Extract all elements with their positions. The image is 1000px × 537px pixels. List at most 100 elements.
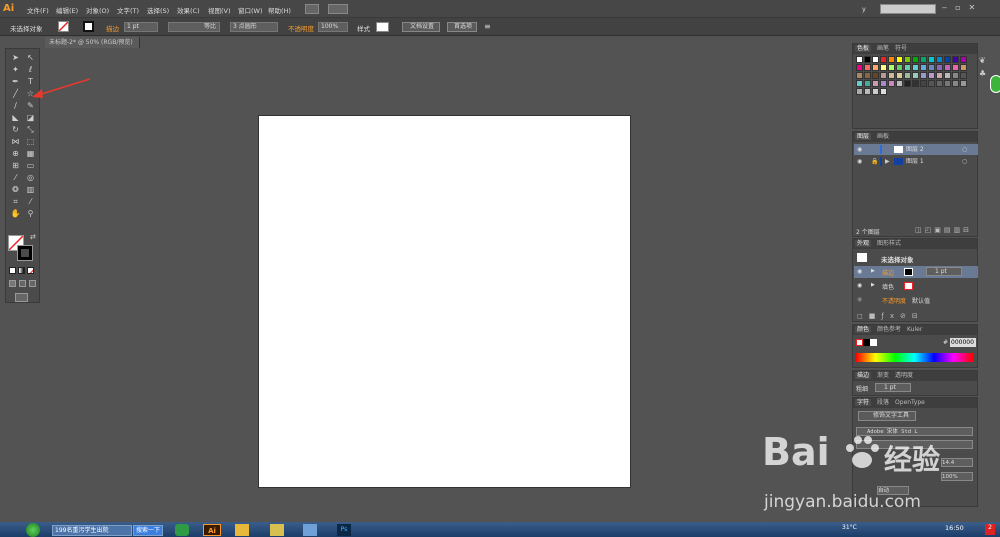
preferences-button[interactable]: 首选项 [447,22,477,32]
free-transform-icon[interactable]: ⬚ [25,137,36,147]
taskbar-search-button[interactable]: 搜索一下 [133,525,163,536]
color-spectrum[interactable] [856,353,973,362]
appearance-stroke-row[interactable]: ◉ ▶ 描边 1 pt [854,266,978,278]
direct-selection-tool-icon[interactable]: ↖ [25,53,36,63]
swatch[interactable] [904,64,911,71]
swatch[interactable] [856,88,863,95]
swatch[interactable] [936,56,943,63]
tab-paragraph[interactable]: 段落 [877,399,889,406]
artboard-tool-icon[interactable]: ⌗ [10,197,21,207]
swatch[interactable] [864,56,871,63]
color-none-chip[interactable] [856,339,863,346]
stroke-swatch[interactable] [83,21,94,32]
arrange-documents-button[interactable] [328,4,348,14]
tab-color[interactable]: 颜色 [855,326,872,333]
expand-triangle-icon[interactable]: ▶ [885,156,890,167]
menu-help[interactable]: 帮助(H) [268,5,291,15]
swatch[interactable] [896,56,903,63]
taskbar-browser-task[interactable]: 199名重污学生出院 [52,525,132,536]
taskbar-photoshop-icon[interactable]: Ps [337,524,351,536]
menu-effect[interactable]: 效果(C) [177,5,200,15]
swatch[interactable] [856,64,863,71]
visibility-eye-icon[interactable]: ◉ [857,268,862,275]
swatch[interactable] [888,80,895,87]
brush-definition[interactable]: 3 点圆形 [230,22,278,32]
document-setup-button[interactable]: 文档设置 [402,22,440,32]
color-mode-icon[interactable] [9,267,16,274]
swatch[interactable] [928,80,935,87]
menu-type[interactable]: 文字(T) [117,5,139,15]
swatch[interactable] [904,72,911,79]
zoom-tool-icon[interactable]: ⚲ [25,209,36,219]
swatch[interactable] [936,80,943,87]
swatch[interactable] [920,72,927,79]
target-circle-icon[interactable]: ○ [962,156,967,167]
gradient-tool-icon[interactable]: ▭ [25,161,36,171]
swatch[interactable] [880,88,887,95]
appearance-actions[interactable]: ◻■ƒx⊘⊟ [857,312,924,320]
swatch[interactable] [960,56,967,63]
screen-mode-icon[interactable] [15,293,28,302]
layer-name[interactable]: 图层 1 [906,156,924,167]
swatch[interactable] [936,72,943,79]
tab-character[interactable]: 字符 [855,399,872,406]
tab-brushes[interactable]: 画笔 [877,45,889,52]
swatch[interactable] [912,64,919,71]
brush-dock-icon[interactable]: ❦ [979,56,997,65]
magic-wand-icon[interactable]: ✦ [10,65,21,75]
swatch[interactable] [928,72,935,79]
tab-graphic-styles[interactable]: 图形样式 [877,240,901,247]
stroke-color-chip[interactable] [904,268,913,276]
swatch[interactable] [928,56,935,63]
tracking-field[interactable]: 100% [941,472,973,481]
slice-tool-icon[interactable]: ⁄ [25,197,36,207]
menu-select[interactable]: 选择(S) [147,5,169,15]
taskbar-app-icon[interactable] [303,524,317,536]
swatch[interactable] [896,64,903,71]
swatch[interactable] [880,64,887,71]
column-graph-icon[interactable]: ▥ [25,185,36,195]
touch-type-button[interactable]: 修饰文字工具 [858,411,916,421]
graphic-style-swatch[interactable] [376,22,389,32]
swatch[interactable] [888,56,895,63]
swatch[interactable] [920,80,927,87]
variable-width-profile[interactable]: 等比 [168,22,220,32]
swatch[interactable] [864,88,871,95]
start-orb-icon[interactable] [26,523,40,537]
shape-builder-icon[interactable]: ⊕ [10,149,21,159]
window-controls[interactable]: ‒▫✕ [942,3,997,14]
swatch[interactable] [872,88,879,95]
tab-stroke[interactable]: 描边 [855,372,872,379]
draw-normal-icon[interactable] [9,280,16,287]
swatch[interactable] [912,56,919,63]
menu-edit[interactable]: 编辑(E) [56,5,78,15]
swatch[interactable] [856,56,863,63]
swatch[interactable] [872,56,879,63]
swatch[interactable] [904,80,911,87]
tab-gradient[interactable]: 渐变 [877,372,889,379]
taskbar-app-icon[interactable] [175,524,189,536]
scale-tool-icon[interactable]: ⤡ [25,125,36,135]
none-mode-icon[interactable] [27,267,34,274]
swatch[interactable] [960,80,967,87]
swatch[interactable] [872,80,879,87]
taskbar-app-icon[interactable] [270,524,284,536]
swatch[interactable] [872,64,879,71]
menu-object[interactable]: 对象(O) [86,5,109,15]
taskbar-illustrator-icon[interactable]: Ai [203,524,221,536]
opacity-label[interactable]: 不透明度 [288,23,314,33]
mesh-tool-icon[interactable]: ⊞ [10,161,21,171]
swatch[interactable] [960,72,967,79]
rotate-tool-icon[interactable]: ↻ [10,125,21,135]
swatch[interactable] [880,80,887,87]
visibility-eye-icon[interactable]: ◉ [857,282,862,289]
swatch[interactable] [896,72,903,79]
tab-kuler[interactable]: Kuler [907,326,922,333]
fill-swatch[interactable] [58,21,69,32]
swatch[interactable] [912,80,919,87]
swatch[interactable] [944,64,951,71]
opacity-field[interactable]: 100% [318,22,348,32]
blend-tool-icon[interactable]: ◎ [25,173,36,183]
artboard-canvas[interactable] [258,115,631,488]
layer-name[interactable]: 图层 2 [906,144,924,155]
